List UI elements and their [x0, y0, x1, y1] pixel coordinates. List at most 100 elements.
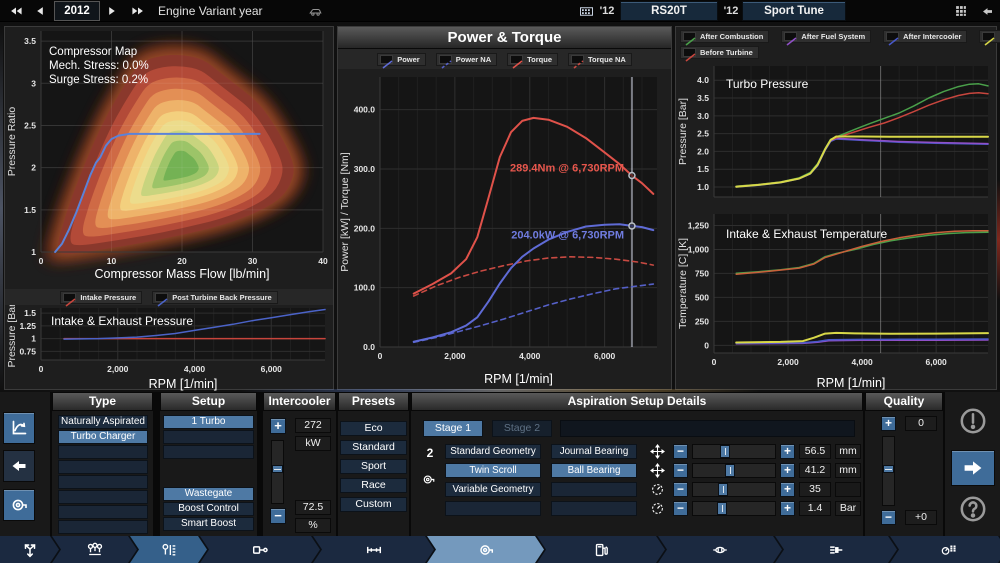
dyno-icon	[827, 541, 845, 559]
slider-increase-button[interactable]: +	[780, 463, 795, 478]
svg-text:1,250: 1,250	[688, 221, 710, 231]
top-end-icon	[86, 541, 104, 559]
quality-decrease-button[interactable]: −	[881, 510, 896, 525]
svg-text:RPM [1/min]: RPM [1/min]	[484, 372, 553, 386]
boost-control-option[interactable]: Boost Control	[163, 502, 254, 516]
aspiration-slider-knob[interactable]	[720, 445, 731, 458]
aspiration-slider[interactable]	[692, 463, 776, 478]
boost-control-option[interactable]: Wastegate	[163, 487, 254, 501]
setup-column: Setup 1 Turbo Wastegate Boost Control Smart…	[160, 392, 257, 536]
geometry-option[interactable]: Standard Geometry	[445, 444, 541, 459]
type-option[interactable]: Naturally Aspirated	[58, 415, 148, 429]
geometry-option[interactable]	[445, 501, 541, 516]
year-forward-button[interactable]	[102, 1, 122, 21]
legend-swatch-icon	[155, 292, 169, 307]
slider-increase-button[interactable]: +	[780, 482, 795, 497]
stage-tab-1[interactable]: Stage 1	[423, 420, 483, 437]
legend-item: Power	[377, 52, 426, 69]
warnings-button[interactable]	[958, 406, 988, 436]
quality-slider-knob[interactable]	[883, 464, 894, 473]
preset-eco[interactable]: Eco	[340, 421, 407, 436]
tab-top-end[interactable]	[52, 536, 137, 563]
aspiration-slider-knob[interactable]	[725, 464, 736, 477]
preset-race[interactable]: Race	[340, 478, 407, 493]
preset-custom[interactable]: Custom	[340, 497, 407, 512]
preset-standard[interactable]: Standard	[340, 440, 407, 455]
year-skip-back-button[interactable]	[4, 1, 28, 21]
tab-bottom-end[interactable]	[200, 536, 320, 563]
svg-text:0: 0	[39, 256, 44, 266]
dyno-graph-icon	[9, 418, 29, 438]
intercooler-slider-knob[interactable]	[272, 464, 283, 473]
tab-dyno[interactable]	[775, 536, 897, 563]
tab-crankshaft[interactable]	[313, 536, 434, 563]
back-arrow-button[interactable]	[3, 450, 35, 482]
aspiration-icon	[421, 472, 436, 487]
svg-text:100.0: 100.0	[354, 283, 376, 293]
grid-view-button[interactable]	[950, 1, 972, 21]
tab-family-tree[interactable]	[0, 536, 59, 563]
year-back-button[interactable]	[30, 1, 50, 21]
boost-control-option[interactable]: Smart Boost	[163, 517, 254, 531]
slider-value: 41.2	[799, 463, 831, 478]
geometry-option[interactable]: Variable Geometry	[445, 482, 541, 497]
slider-decrease-button[interactable]: −	[673, 482, 688, 497]
setup-option[interactable]: 1 Turbo	[163, 415, 254, 429]
svg-text:Pressure Ratio: Pressure Ratio	[6, 107, 18, 177]
stage-tab-2[interactable]: Stage 2	[492, 420, 552, 437]
intercooler-increase-button[interactable]: +	[270, 418, 286, 434]
svg-text:2,000: 2,000	[777, 357, 799, 367]
quality-increase-button[interactable]: +	[881, 416, 896, 431]
geometry-option[interactable]: Twin Scroll	[445, 463, 541, 478]
slider-decrease-button[interactable]: −	[673, 444, 688, 459]
bearing-option[interactable]	[551, 501, 637, 516]
bearing-option[interactable]: Ball Bearing	[551, 463, 637, 478]
family-year-label: '12	[599, 5, 615, 17]
svg-text:Compressor Map: Compressor Map	[49, 46, 137, 58]
help-button[interactable]	[958, 494, 988, 524]
preset-sport[interactable]: Sport	[340, 459, 407, 474]
legend-swatch-icon	[571, 54, 585, 69]
quality-slider[interactable]	[882, 436, 895, 506]
tab-testing[interactable]	[890, 536, 1000, 563]
legend-item: Power NA	[435, 52, 498, 69]
aspiration-slider-knob[interactable]	[716, 502, 727, 515]
svg-text:Pressure [Bar]: Pressure [Bar]	[677, 98, 689, 165]
bearing-option[interactable]	[551, 482, 637, 497]
tab-valvetrain[interactable]	[130, 536, 207, 563]
intercooler-decrease-button[interactable]: −	[270, 508, 286, 524]
aspiration-button[interactable]	[3, 489, 35, 521]
slider-increase-button[interactable]: +	[780, 501, 795, 516]
tab-fuel-system[interactable]	[537, 536, 665, 563]
slider-decrease-button[interactable]: −	[673, 463, 688, 478]
type-option[interactable]: Turbo Charger	[58, 430, 148, 444]
dyno-graph-button[interactable]	[3, 412, 35, 444]
legend-label: After Intercooler	[903, 32, 962, 41]
year-skip-forward-button[interactable]	[124, 1, 152, 21]
svg-text:204.0kW @ 6,730RPM: 204.0kW @ 6,730RPM	[511, 229, 624, 241]
svg-text:4.0: 4.0	[697, 75, 709, 85]
aspiration-header: Aspiration Setup Details	[411, 392, 863, 411]
engine-variant-button[interactable]: Sport Tune	[742, 1, 846, 21]
grid-icon	[954, 4, 968, 18]
svg-text:6,000: 6,000	[594, 351, 616, 361]
aspiration-slider[interactable]	[692, 501, 776, 516]
intercooler-slider[interactable]	[271, 440, 284, 504]
legend-item: Torque	[507, 52, 559, 69]
slider-decrease-button[interactable]: −	[673, 501, 688, 516]
back-button[interactable]	[976, 1, 998, 21]
bearing-option[interactable]: Journal Bearing	[551, 444, 637, 459]
engine-family-button[interactable]: RS20T	[620, 1, 718, 21]
tab-aspiration[interactable]	[427, 536, 544, 563]
aspiration-slider-knob[interactable]	[718, 483, 729, 496]
legend-item: After Fuel System	[781, 30, 872, 46]
engine-family-icon	[576, 1, 596, 21]
slider-increase-button[interactable]: +	[780, 444, 795, 459]
tab-exhaust[interactable]	[658, 536, 782, 563]
next-step-button[interactable]	[951, 450, 995, 486]
fuel-system-icon	[592, 541, 610, 559]
aspiration-slider[interactable]	[692, 482, 776, 497]
year-value: 2012	[54, 1, 100, 21]
bottom-end-icon	[251, 541, 269, 559]
aspiration-slider[interactable]	[692, 444, 776, 459]
